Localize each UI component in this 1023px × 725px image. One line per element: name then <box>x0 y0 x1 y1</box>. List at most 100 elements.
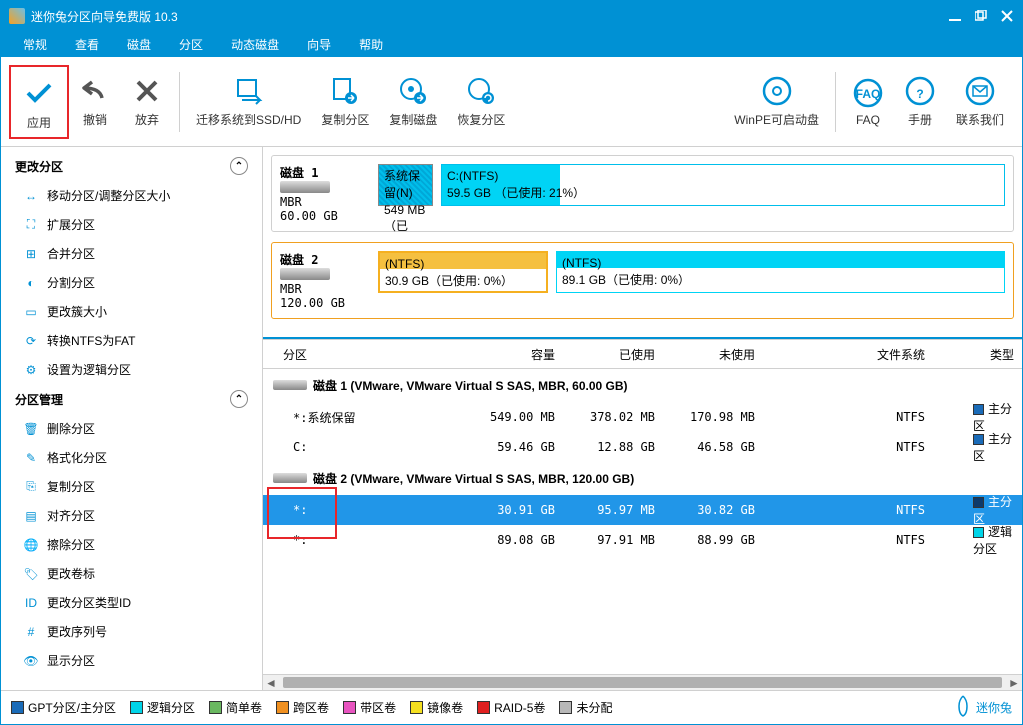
disk-box-2[interactable]: 磁盘 2 MBR 120.00 GB (NTFS)30.9 GB（已使用: 0%… <box>271 242 1014 319</box>
disk-header-row[interactable]: 磁盘 2 (VMware, VMware Virtual S SAS, MBR,… <box>263 462 1022 495</box>
sidebar-item[interactable]: ◐分割分区 <box>1 268 262 297</box>
legend-item: 镜像卷 <box>410 699 463 716</box>
sidebar-item[interactable]: ⊞合并分区 <box>1 239 262 268</box>
action-icon: 🌐 <box>23 537 39 553</box>
menu-general[interactable]: 常规 <box>9 32 61 57</box>
svg-text:?: ? <box>916 87 923 101</box>
action-icon: ID <box>23 595 39 611</box>
th-type[interactable]: 类型 <box>933 340 1022 369</box>
sidebar-item[interactable]: ID更改分区类型ID <box>1 588 262 617</box>
recover-icon <box>465 75 497 107</box>
discard-icon <box>131 75 163 107</box>
disk-header-row[interactable]: 磁盘 1 (VMware, VMware Virtual S SAS, MBR,… <box>263 369 1022 402</box>
manual-button[interactable]: ? 手册 <box>894 66 946 138</box>
table-row[interactable]: C: 59.46 GB 12.88 GB 46.58 GB NTFS 主分区 <box>263 432 1022 462</box>
legend-item: 带区卷 <box>343 699 396 716</box>
chevron-up-icon: ⌃ <box>230 157 248 175</box>
th-free[interactable]: 未使用 <box>663 340 763 369</box>
legend-item: 跨区卷 <box>276 699 329 716</box>
toolbar: 应用 撤销 放弃 迁移系统到SSD/HD 复制分区 复制磁盘 恢复分区 WinP… <box>1 57 1022 147</box>
legend-item: 逻辑分区 <box>130 699 195 716</box>
legend-item: RAID-5卷 <box>477 699 545 716</box>
sidebar-item[interactable]: 🏷更改卷标 <box>1 559 262 588</box>
partition-bar-c[interactable]: C:(NTFS)59.5 GB （已使用: 21%） <box>441 164 1005 206</box>
legend-item: 未分配 <box>559 699 612 716</box>
sidebar-item[interactable]: ↔移动分区/调整分区大小 <box>1 181 262 210</box>
action-icon: 👁 <box>23 653 39 669</box>
sidebar-section-manage[interactable]: 分区管理 ⌃ <box>1 384 262 414</box>
sidebar-item[interactable]: ⎘复制分区 <box>1 472 262 501</box>
sidebar-section-modify[interactable]: 更改分区 ⌃ <box>1 151 262 181</box>
menu-disk[interactable]: 磁盘 <box>113 32 165 57</box>
disc-icon <box>761 75 793 107</box>
sidebar-item[interactable]: ▤对齐分区 <box>1 501 262 530</box>
app-title: 迷你兔分区向导免费版 10.3 <box>31 8 948 25</box>
action-icon: ⛶ <box>23 217 39 233</box>
undo-button[interactable]: 撤销 <box>69 66 121 138</box>
mail-icon <box>964 75 996 107</box>
contact-button[interactable]: 联系我们 <box>946 66 1014 138</box>
action-icon: 🗑 <box>23 421 39 437</box>
titlebar: 迷你兔分区向导免费版 10.3 <box>1 1 1022 31</box>
legend: GPT分区/主分区逻辑分区简单卷跨区卷带区卷镜像卷RAID-5卷未分配 迷你兔 <box>1 690 1022 724</box>
brand-logo: 迷你兔 <box>953 694 1012 721</box>
minimize-button[interactable] <box>948 9 962 23</box>
undo-icon <box>79 75 111 107</box>
menu-partition[interactable]: 分区 <box>165 32 217 57</box>
apply-button[interactable]: 应用 <box>13 69 65 141</box>
table-row[interactable]: *: 89.08 GB 97.91 MB 88.99 GB NTFS 逻辑分区 <box>263 525 1022 555</box>
sidebar-item[interactable]: ⟳转换NTFS为FAT <box>1 326 262 355</box>
copy-partition-button[interactable]: 复制分区 <box>311 66 379 138</box>
chevron-up-icon: ⌃ <box>230 390 248 408</box>
action-icon: ▭ <box>23 304 39 320</box>
maximize-button[interactable] <box>974 9 988 23</box>
sidebar-item[interactable]: ⛶扩展分区 <box>1 210 262 239</box>
menu-view[interactable]: 查看 <box>61 32 113 57</box>
menu-help[interactable]: 帮助 <box>345 32 397 57</box>
action-icon: ▤ <box>23 508 39 524</box>
th-fs[interactable]: 文件系统 <box>763 340 933 369</box>
sidebar-item[interactable]: ✎格式化分区 <box>1 443 262 472</box>
menu-wizard[interactable]: 向导 <box>293 32 345 57</box>
legend-item: GPT分区/主分区 <box>11 699 116 716</box>
sidebar-item[interactable]: ⚙设置为逻辑分区 <box>1 355 262 384</box>
discard-button[interactable]: 放弃 <box>121 66 173 138</box>
action-icon: ◐ <box>23 275 39 291</box>
horizontal-scrollbar[interactable]: ◄ ► <box>263 674 1022 690</box>
disk-icon <box>280 181 330 193</box>
sidebar-item[interactable]: #更改序列号 <box>1 617 262 646</box>
sidebar-item[interactable]: ▭更改簇大小 <box>1 297 262 326</box>
action-icon: ⊞ <box>23 246 39 262</box>
close-button[interactable] <box>1000 9 1014 23</box>
th-name[interactable]: 分区 <box>263 340 443 369</box>
faq-button[interactable]: FAQ FAQ <box>842 66 894 138</box>
disk-icon <box>273 473 307 483</box>
faq-icon: FAQ <box>852 77 884 109</box>
winpe-button[interactable]: WinPE可启动盘 <box>724 66 829 138</box>
disk-icon <box>273 380 307 390</box>
th-used[interactable]: 已使用 <box>563 340 663 369</box>
migrate-button[interactable]: 迁移系统到SSD/HD <box>186 66 311 138</box>
table-row[interactable]: *: 30.91 GB 95.97 MB 30.82 GB NTFS 主分区 <box>263 495 1022 525</box>
partition-bar-logical[interactable]: (NTFS)89.1 GB（已使用: 0%） <box>556 251 1005 293</box>
sidebar-item[interactable]: 👁显示分区 <box>1 646 262 675</box>
table-row[interactable]: *:系统保留 549.00 MB 378.02 MB 170.98 MB NTF… <box>263 402 1022 432</box>
copy-disk-button[interactable]: 复制磁盘 <box>379 66 447 138</box>
action-icon: ⎘ <box>23 479 39 495</box>
recover-button[interactable]: 恢复分区 <box>447 66 515 138</box>
menu-dynamic[interactable]: 动态磁盘 <box>217 32 293 57</box>
sidebar-item[interactable]: 🗑删除分区 <box>1 414 262 443</box>
disk-box-1[interactable]: 磁盘 1 MBR 60.00 GB 系统保留(N)549 MB （已 C:(NT… <box>271 155 1014 232</box>
sidebar-item[interactable]: 🌐擦除分区 <box>1 530 262 559</box>
migrate-icon <box>233 75 265 107</box>
menubar: 常规 查看 磁盘 分区 动态磁盘 向导 帮助 <box>1 31 1022 57</box>
action-icon: 🏷 <box>23 566 39 582</box>
action-icon: ⟳ <box>23 333 39 349</box>
table-header: 分区 容量 已使用 未使用 文件系统 类型 <box>263 339 1022 369</box>
partition-bar-sysres[interactable]: 系统保留(N)549 MB （已 <box>378 164 433 206</box>
partition-bar-selected[interactable]: (NTFS)30.9 GB（已使用: 0%） <box>378 251 548 293</box>
th-cap[interactable]: 容量 <box>443 340 563 369</box>
action-icon: ⚙ <box>23 362 39 378</box>
disk-icon <box>280 268 330 280</box>
sidebar: 更改分区 ⌃ ↔移动分区/调整分区大小⛶扩展分区⊞合并分区◐分割分区▭更改簇大小… <box>1 147 263 690</box>
